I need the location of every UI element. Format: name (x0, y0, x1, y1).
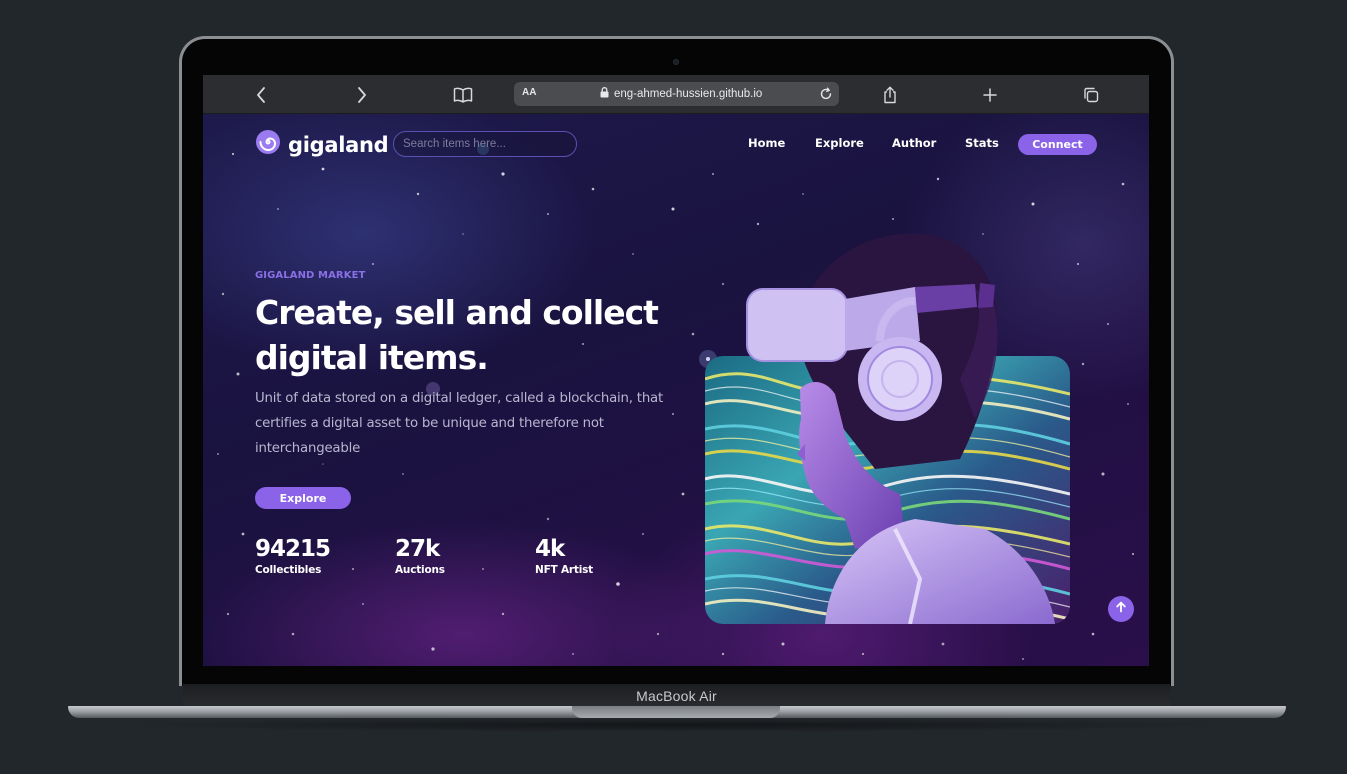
screen: AA eng-ahmed-hussien.github.io gigaland … (203, 75, 1149, 666)
laptop-hinge: MacBook Air (183, 684, 1170, 708)
browser-toolbar: AA eng-ahmed-hussien.github.io (203, 75, 1149, 114)
share-icon[interactable] (878, 83, 902, 107)
stat-nft-artist: 4k NFT Artist (535, 536, 593, 576)
new-tab-icon[interactable] (978, 83, 1002, 107)
laptop-shadow (110, 718, 1244, 732)
website: gigaland Home Explore Author Stats Conne… (203, 114, 1149, 666)
back-icon[interactable] (249, 83, 273, 107)
nav-explore[interactable]: Explore (815, 136, 864, 150)
hero-headline-line1: Create, sell and collect (255, 293, 659, 332)
tabs-overview-icon[interactable] (1079, 83, 1103, 107)
reload-icon[interactable] (817, 85, 835, 103)
hero-description: Unit of data stored on a digital ledger,… (255, 391, 664, 456)
stat-label: Auctions (395, 564, 445, 576)
hero-headline-line2: digital items. (255, 338, 489, 377)
stat-label: NFT Artist (535, 564, 593, 576)
stat-auctions: 27k Auctions (395, 536, 445, 576)
connect-button[interactable]: Connect (1018, 134, 1097, 155)
nav-stats[interactable]: Stats (965, 136, 999, 150)
hero-eyebrow: GIGALAND MARKET (255, 270, 366, 281)
url-text: eng-ahmed-hussien.github.io (614, 88, 763, 100)
search-input[interactable] (393, 131, 577, 157)
stat-value: 94215 (255, 536, 331, 562)
device-label: MacBook Air (636, 688, 717, 704)
site-logo[interactable]: gigaland (255, 129, 389, 160)
explore-button[interactable]: Explore (255, 487, 351, 509)
nav-author[interactable]: Author (892, 136, 936, 150)
lock-icon (600, 87, 609, 101)
stat-collectibles: 94215 Collectibles (255, 536, 331, 576)
laptop-base-notch (572, 706, 780, 718)
camera-dot (673, 59, 679, 65)
arrow-up-icon (1115, 600, 1127, 618)
stat-label: Collectibles (255, 564, 322, 576)
stat-value: 27k (395, 536, 440, 562)
address-bar[interactable]: AA eng-ahmed-hussien.github.io (514, 82, 839, 106)
site-logo-text: gigaland (288, 132, 389, 157)
spiral-logo-icon (255, 129, 281, 160)
hero-vr-artwork (705, 233, 1070, 624)
forward-icon[interactable] (350, 83, 374, 107)
hero-headline: Create, sell and collect digital items. (255, 290, 685, 380)
stat-value: 4k (535, 536, 565, 562)
bookmarks-icon[interactable] (451, 83, 475, 107)
scroll-to-top-button[interactable] (1108, 596, 1134, 622)
reader-settings-button[interactable]: AA (522, 87, 536, 98)
nav-home[interactable]: Home (748, 136, 785, 150)
